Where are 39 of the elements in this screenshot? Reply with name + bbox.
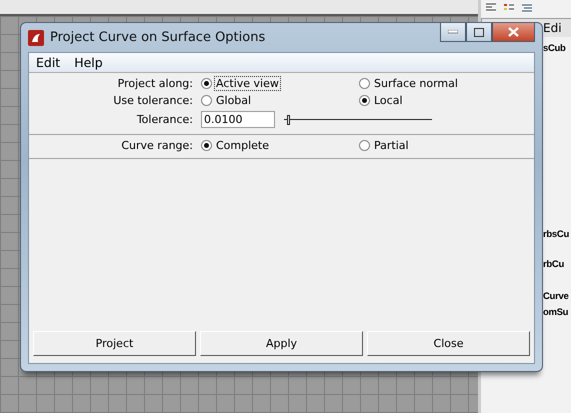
minimize-icon (448, 30, 458, 34)
radio-label[interactable]: Surface normal (373, 77, 459, 90)
maximize-icon (474, 28, 484, 36)
node-name: Curve (543, 290, 570, 304)
radio-button[interactable] (359, 140, 370, 151)
node-name: sCub (543, 42, 567, 56)
radio-label[interactable]: Partial (373, 139, 410, 152)
close-button[interactable] (492, 23, 535, 42)
radio-button[interactable] (359, 95, 370, 106)
radio-button[interactable] (201, 78, 212, 89)
dialog-button[interactable]: Apply (200, 331, 363, 356)
maximize-button[interactable] (466, 23, 492, 42)
window-title: Project Curve on Surface Options (50, 30, 266, 45)
menu-item[interactable]: Edit (36, 55, 60, 70)
dialog-button[interactable]: Project (33, 331, 196, 356)
app-icon (28, 30, 44, 46)
dialog-button[interactable]: Close (367, 331, 530, 356)
align-icon[interactable] (485, 3, 497, 13)
close-icon (508, 27, 519, 37)
node-name: rbsCu (543, 228, 570, 242)
radio-label[interactable]: Complete (215, 139, 270, 152)
node-name: rbCu (543, 258, 565, 272)
list-icon[interactable] (503, 3, 515, 13)
radio-button[interactable] (201, 95, 212, 106)
tolerance-field[interactable]: 0.0100 (201, 111, 275, 128)
menu-item[interactable]: Help (74, 55, 103, 70)
field-label: Tolerance: (136, 113, 194, 126)
radio-button[interactable] (359, 78, 370, 89)
radio-button[interactable] (201, 140, 212, 151)
node-name: omSu (543, 306, 570, 320)
radio-label[interactable]: Local (373, 94, 404, 107)
field-label: Curve range: (120, 139, 194, 152)
list-icon[interactable] (521, 3, 533, 13)
minimize-button[interactable] (440, 23, 466, 42)
field-label: Project along: (116, 77, 194, 90)
slider-thumb[interactable] (286, 114, 290, 124)
radio-label[interactable]: Global (215, 94, 252, 107)
field-label: Use tolerance: (112, 94, 194, 107)
radio-label[interactable]: Active view (215, 77, 280, 90)
